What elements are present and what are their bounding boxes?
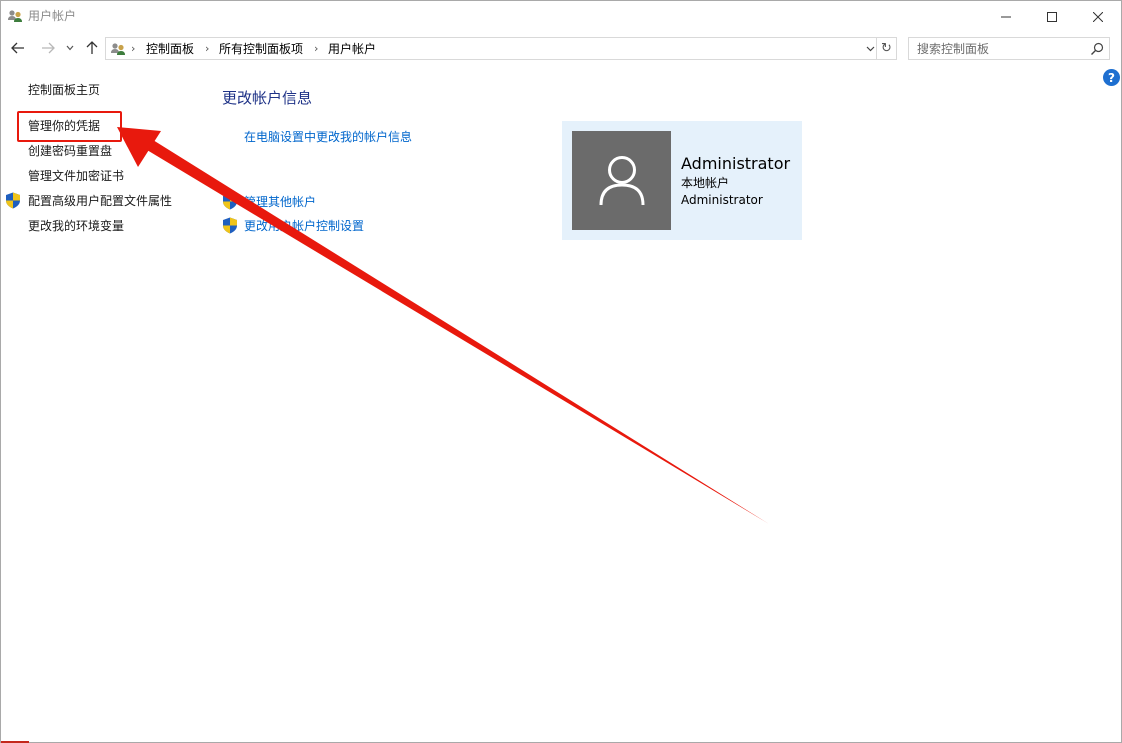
sidebar-item-home[interactable]: 控制面板主页 [28,82,100,98]
uac-shield-icon [6,192,20,209]
sidebar-item-password-reset-disk[interactable]: 创建密码重置盘 [28,143,112,159]
annotation-highlight-box [17,111,122,142]
search-box[interactable] [908,37,1110,60]
window-title: 用户帐户 [28,9,77,23]
search-icon[interactable] [1089,41,1105,57]
manage-other-accounts-link[interactable]: 管理其他帐户 [244,194,316,210]
close-button[interactable] [1075,1,1121,32]
arrow-right-icon [42,42,55,54]
pc-settings-link[interactable]: 在电脑设置中更改我的帐户信息 [244,129,412,145]
close-icon [1093,11,1103,22]
forward-button[interactable] [37,36,59,60]
back-button[interactable] [7,36,29,60]
account-type: 本地帐户 [681,176,730,190]
breadcrumb-control-panel[interactable]: 控制面板 [146,41,194,57]
user-icon [599,155,644,205]
breadcrumb-separator-icon[interactable]: › [131,41,135,57]
recent-locations-button[interactable] [63,36,77,60]
sidebar-item-environment-variables[interactable]: 更改我的环境变量 [28,218,124,234]
breadcrumb-separator-icon[interactable]: › [205,41,209,57]
chevron-down-icon [66,45,74,51]
arrow-up-icon [86,41,98,54]
uac-shield-icon [223,193,237,210]
breadcrumb-user-accounts[interactable]: 用户帐户 [328,41,376,57]
sidebar-item-advanced-profile[interactable]: 配置高级用户配置文件属性 [28,193,172,209]
minimize-icon [1001,16,1011,17]
user-accounts-icon [8,10,22,22]
account-name: Administrator [681,154,791,173]
annotation-arrow [117,127,769,524]
account-group: Administrator [681,193,763,207]
sidebar-item-file-encryption-cert[interactable]: 管理文件加密证书 [28,168,124,184]
up-button[interactable] [81,36,103,60]
maximize-button[interactable] [1029,1,1075,32]
uac-settings-link[interactable]: 更改用户帐户控制设置 [244,218,364,234]
address-bar[interactable]: › 控制面板 › 所有控制面板项 › 用户帐户 [105,37,877,60]
minimize-button[interactable] [983,1,1029,32]
avatar [572,131,671,230]
navigation-bar: › 控制面板 › 所有控制面板项 › 用户帐户 ↻ [1,32,1121,64]
chevron-down-icon [866,46,874,52]
page-title: 更改帐户信息 [222,89,313,107]
maximize-icon [1047,11,1057,22]
user-accounts-icon [111,43,125,55]
search-input[interactable] [917,40,1081,57]
control-panel-window: 用户帐户 › 控制面板 › 所有控制面板项 › 用户帐户 ↻ 搜索控制面板 ? … [0,0,1122,743]
arrow-left-icon [11,42,24,54]
refresh-button[interactable]: ↻ [877,37,897,60]
title-bar: 用户帐户 [1,1,1121,32]
help-button[interactable]: ? [1103,69,1120,86]
refresh-icon: ↻ [881,41,892,56]
account-card: Administrator 本地帐户 Administrator [562,121,802,240]
uac-shield-icon [223,217,237,234]
breadcrumb-all-items[interactable]: 所有控制面板项 [219,41,303,57]
breadcrumb-separator-icon[interactable]: › [314,41,318,57]
address-dropdown-button[interactable] [863,41,877,57]
